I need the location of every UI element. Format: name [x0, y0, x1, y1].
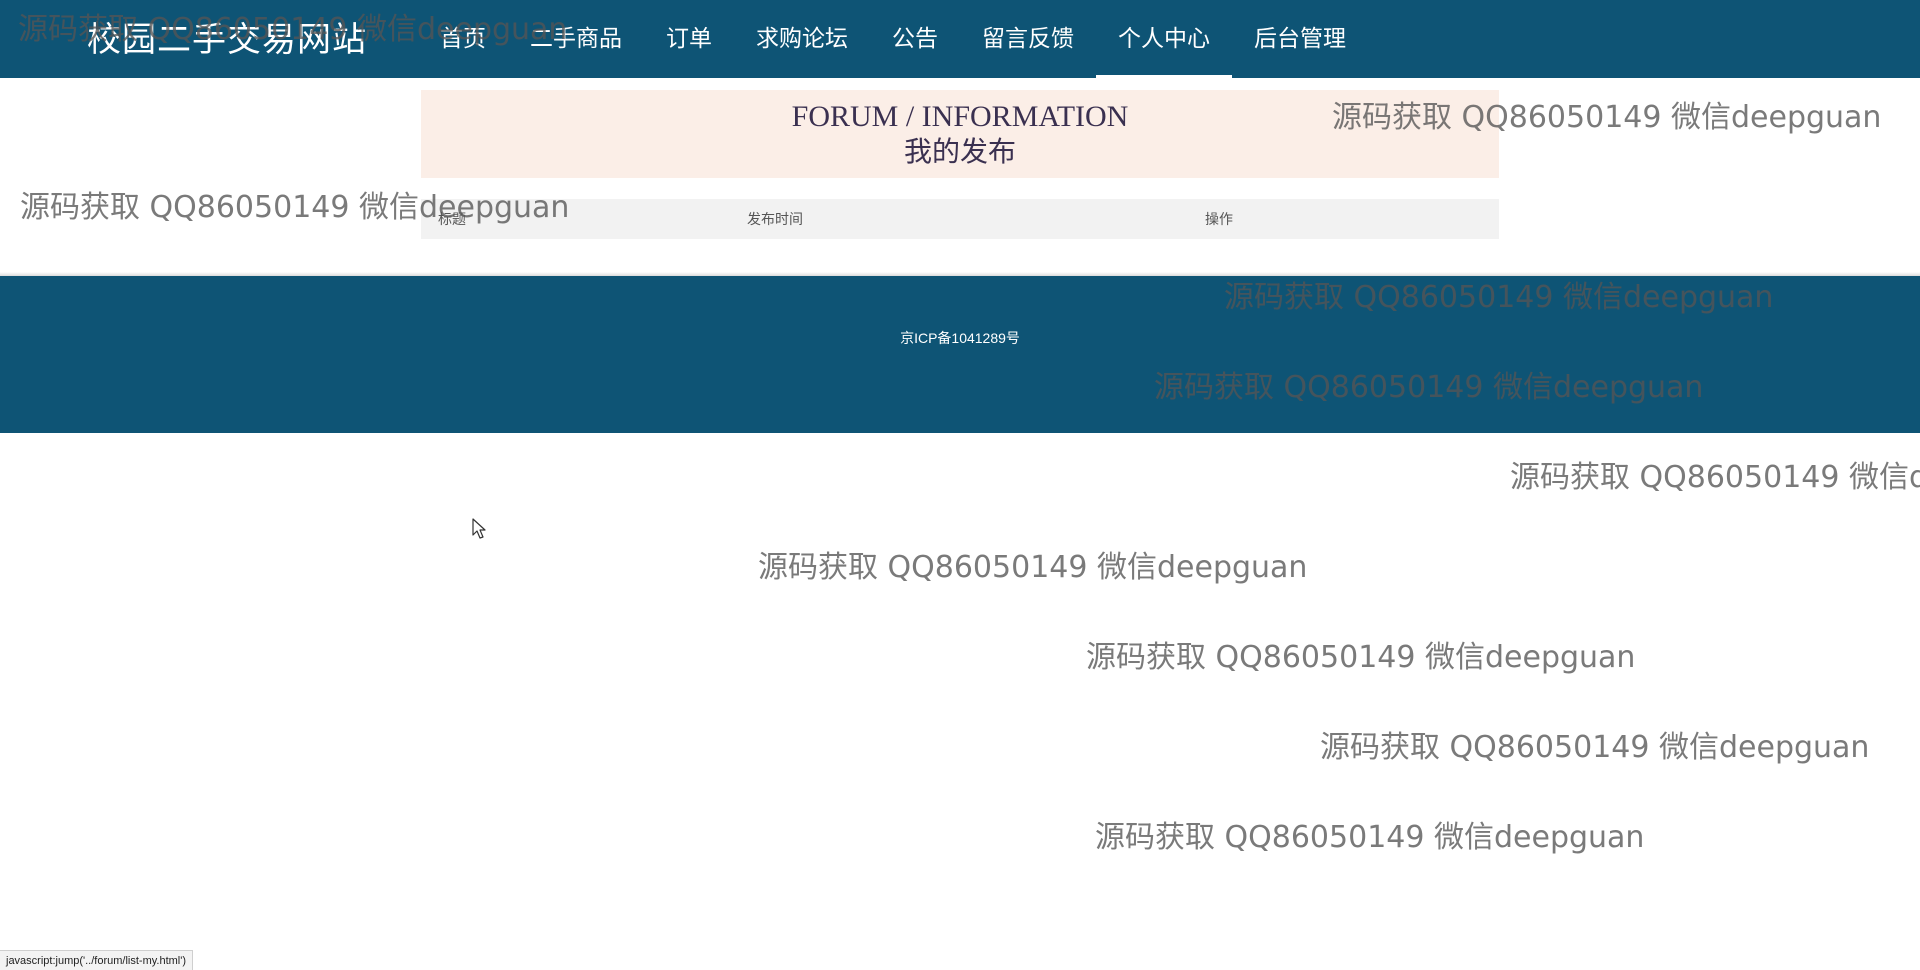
nav-item-feedback[interactable]: 留言反馈	[960, 0, 1096, 78]
column-header-actions: 操作	[1205, 211, 1233, 227]
nav-item-home[interactable]: 首页	[418, 0, 508, 78]
top-navbar: 校园二手交易网站 首页 二手商品 订单 求购论坛 公告 留言反馈 个人中心 后台…	[0, 0, 1920, 78]
watermark: 源码获取 QQ86050149 微信deepguan	[1095, 820, 1645, 855]
main-nav: 首页 二手商品 订单 求购论坛 公告 留言反馈 个人中心 后台管理	[418, 0, 1368, 78]
watermark: 源码获取 QQ86050149 微信deepguan	[758, 550, 1308, 585]
mouse-cursor-icon	[472, 518, 486, 539]
nav-item-profile[interactable]: 个人中心	[1096, 0, 1232, 78]
watermark: 源码获取 QQ86050149 微信deepguan	[1510, 460, 1920, 495]
watermark: 源码获取 QQ86050149 微信deepguan	[1086, 640, 1636, 675]
page: 校园二手交易网站 首页 二手商品 订单 求购论坛 公告 留言反馈 个人中心 后台…	[0, 0, 1920, 970]
nav-item-notices[interactable]: 公告	[870, 0, 960, 78]
nav-item-forum[interactable]: 求购论坛	[734, 0, 870, 78]
page-title: 我的发布	[903, 135, 1016, 168]
watermark: 源码获取 QQ86050149 微信deepguan	[1320, 730, 1870, 765]
icp-license: 京ICP备1041289号	[900, 330, 1020, 346]
page-banner: FORUM / INFORMATION 我的发布	[421, 90, 1499, 178]
column-header-title: 标题	[438, 211, 466, 227]
column-header-publish-time: 发布时间	[747, 211, 803, 227]
nav-item-admin[interactable]: 后台管理	[1232, 0, 1368, 78]
nav-item-orders[interactable]: 订单	[644, 0, 734, 78]
banner-title-en: FORUM / INFORMATION	[791, 100, 1129, 133]
site-title[interactable]: 校园二手交易网站	[87, 18, 367, 62]
footer: 京ICP备1041289号	[0, 276, 1920, 433]
nav-item-products[interactable]: 二手商品	[508, 0, 644, 78]
browser-status-url: javascript:jump('../forum/list-my.html')	[0, 950, 194, 970]
my-posts-table-header: 标题 发布时间 操作	[421, 199, 1499, 239]
